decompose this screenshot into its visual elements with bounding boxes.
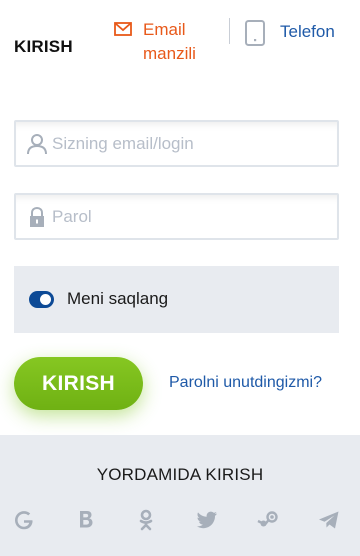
tab-email[interactable]: Email manzili bbox=[112, 18, 227, 74]
odnoklassniki-icon[interactable] bbox=[134, 508, 158, 532]
envelope-icon bbox=[114, 22, 132, 36]
tab-email-label: Email manzili bbox=[143, 18, 223, 66]
tab-divider bbox=[229, 18, 230, 44]
remember-me-label: Meni saqlang bbox=[67, 289, 169, 308]
login-header: KIRISH Email manzili Telefon bbox=[0, 0, 360, 90]
login-submit-button[interactable]: KIRISH bbox=[14, 357, 143, 410]
phone-icon bbox=[245, 20, 265, 46]
password-field[interactable] bbox=[14, 193, 339, 240]
lock-icon bbox=[30, 206, 44, 227]
user-icon bbox=[27, 134, 47, 155]
social-login-panel: YORDAMIDA KIRISH bbox=[0, 435, 360, 556]
telegram-icon[interactable] bbox=[317, 508, 341, 532]
tab-phone-label: Telefon bbox=[280, 22, 335, 41]
login-field[interactable] bbox=[14, 120, 339, 167]
vk-icon[interactable] bbox=[73, 508, 97, 532]
tab-email-label-line1: Email bbox=[143, 20, 186, 39]
google-icon[interactable] bbox=[12, 508, 36, 532]
toggle-knob bbox=[40, 294, 51, 305]
login-input[interactable] bbox=[52, 130, 327, 158]
tab-email-label-line2: manzili bbox=[143, 44, 196, 63]
password-input[interactable] bbox=[52, 203, 327, 231]
steam-icon[interactable] bbox=[256, 508, 280, 532]
twitter-icon[interactable] bbox=[195, 508, 219, 532]
page-title: KIRISH bbox=[14, 37, 73, 56]
tab-phone[interactable]: Telefon bbox=[242, 18, 352, 50]
social-icons-row bbox=[0, 508, 360, 532]
social-login-title: YORDAMIDA KIRISH bbox=[96, 465, 264, 484]
remember-me-toggle[interactable] bbox=[29, 291, 54, 308]
remember-me-row: Meni saqlang bbox=[14, 266, 339, 333]
forgot-password-link[interactable]: Parolni unutdingizmi? bbox=[169, 374, 322, 392]
